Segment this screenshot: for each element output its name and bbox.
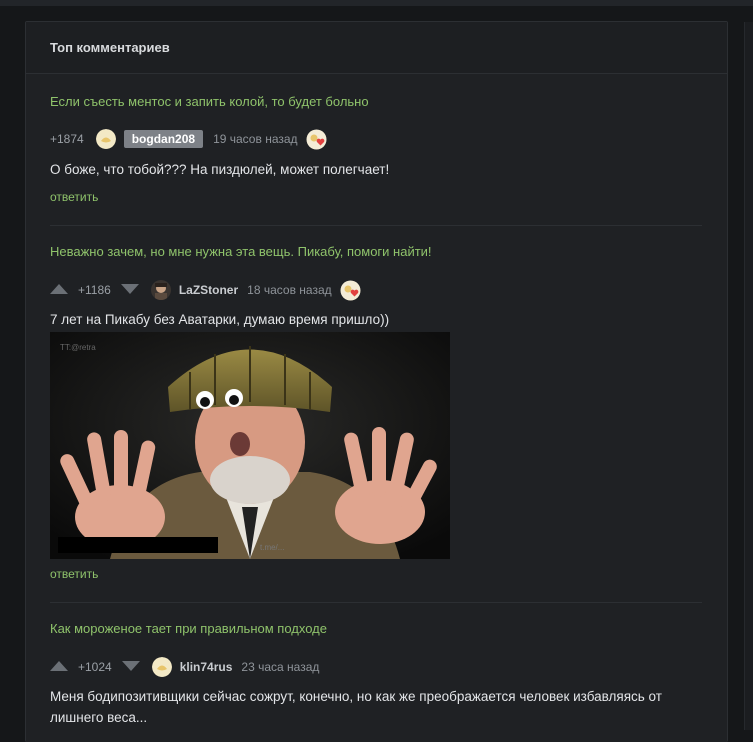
author-nickname[interactable]: klin74rus	[180, 660, 233, 674]
gif-watermark-top: TT:@retra	[60, 343, 96, 352]
vote-down-icon[interactable]	[121, 661, 140, 673]
panel-title: Топ комментариев	[26, 22, 727, 74]
reply-link[interactable]: ответить	[50, 567, 98, 581]
vote-down-icon[interactable]	[120, 284, 139, 296]
vote-up-icon[interactable]	[50, 661, 68, 673]
comment-meta: +1024 klin74rus 23 часа назад	[50, 657, 702, 677]
reply-link[interactable]: ответить	[50, 190, 98, 204]
reward-heart-icon[interactable]	[306, 129, 327, 150]
story-title-link[interactable]: Если съесть ментос и запить колой, то бу…	[50, 94, 702, 109]
scroll-strip[interactable]	[744, 22, 753, 730]
reward-heart-icon[interactable]	[340, 280, 361, 301]
comment-time: 18 часов назад	[247, 283, 332, 297]
author-nickname[interactable]: LaZStoner	[179, 283, 238, 297]
comment-rating: +1024	[78, 660, 112, 674]
story-title-link[interactable]: Как мороженое тает при правильном подход…	[50, 621, 702, 636]
top-bar	[0, 0, 753, 6]
comment-text: О боже, что тобой??? На пиздюлей, может …	[50, 162, 390, 177]
divider	[50, 602, 702, 603]
comment-meta: +1874 bogdan208 19 часов назад	[50, 129, 702, 149]
comment-entry: Если съесть ментос и запить колой, то бу…	[50, 94, 702, 109]
comment-time: 23 часа назад	[241, 660, 320, 674]
avatar-user-icon[interactable]	[150, 280, 171, 300]
author-nickname[interactable]: bogdan208	[123, 130, 204, 148]
reply-row: ответить	[50, 565, 702, 583]
comment-text: Меня бодипозитивщики сейчас сожрут, коне…	[50, 689, 662, 725]
avatar-default-icon[interactable]	[151, 657, 172, 677]
comment-time: 19 часов назад	[213, 132, 298, 146]
avatar-default-icon[interactable]	[95, 129, 116, 149]
story-title-link[interactable]: Неважно зачем, но мне нужна эта вещь. Пи…	[50, 244, 702, 259]
comment-text: 7 лет на Пикабу без Аватарки, думаю врем…	[50, 312, 390, 327]
comment-rating: +1874	[50, 132, 84, 146]
top-comments-panel: Топ комментариев Если съесть ментос и за…	[25, 21, 728, 742]
comment-entry: Неважно зачем, но мне нужна эта вещь. Пи…	[50, 244, 702, 259]
vote-up-icon[interactable]	[50, 284, 68, 296]
divider	[50, 225, 702, 226]
comment-gif[interactable]: TT:@retra t.me/...	[50, 332, 702, 559]
comment-rating: +1186	[78, 283, 111, 297]
comment-entry: Как мороженое тает при правильном подход…	[50, 621, 702, 636]
reply-row: ответить	[50, 188, 702, 206]
gif-watermark-bottom: t.me/...	[260, 543, 284, 552]
gif-image[interactable]: TT:@retra t.me/...	[50, 332, 450, 559]
comment-meta: +1186 LaZStoner 18 часов назад	[50, 280, 702, 300]
